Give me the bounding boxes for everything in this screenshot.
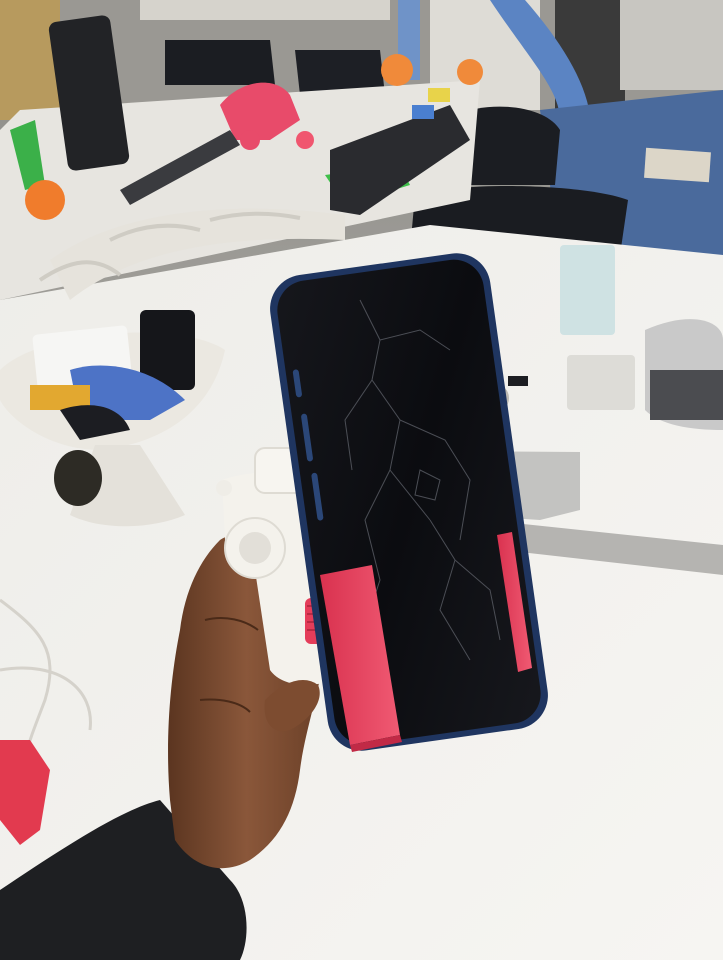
- yellow-block: [428, 88, 450, 102]
- dark-bottle: [54, 450, 102, 506]
- table-rail: [140, 0, 390, 20]
- orange-wheel-3: [25, 180, 65, 220]
- chair-back-left: [165, 40, 275, 85]
- photo-scene: [0, 0, 723, 960]
- translucent-stack: [560, 245, 615, 335]
- small-black-chip: [508, 376, 528, 386]
- white-keypad: [567, 355, 635, 410]
- wall-right: [620, 0, 723, 90]
- orange-wheel-1: [381, 54, 413, 86]
- orange-wheel-2: [457, 59, 483, 85]
- blue-block: [412, 105, 434, 119]
- dark-parts-bag: [650, 370, 723, 420]
- scene-svg: [0, 0, 723, 960]
- carpet-card: [644, 147, 711, 183]
- wall-panel: [0, 0, 60, 120]
